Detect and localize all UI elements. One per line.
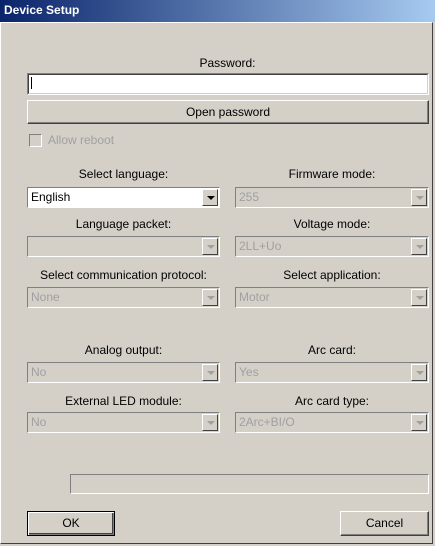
firmware-mode-dropdown: 255 (235, 187, 429, 208)
chevron-down-icon (411, 189, 427, 206)
language-packet-dropdown (27, 236, 220, 257)
voltage-mode-dropdown: 2LL+Uo (235, 236, 429, 257)
arc-card-label: Arc card: (307, 343, 356, 357)
select-language-value: English (31, 190, 71, 204)
firmware-mode-label: Firmware mode: (288, 167, 376, 181)
chevron-down-icon (202, 414, 218, 431)
communication-protocol-value: None (31, 290, 60, 304)
select-application-value: Motor (239, 290, 270, 304)
password-input[interactable] (27, 73, 429, 95)
external-led-module-label: External LED module: (65, 394, 182, 408)
cancel-button[interactable]: Cancel (340, 511, 429, 536)
title-bar[interactable]: Device Setup (0, 0, 435, 22)
arc-card-value: Yes (239, 365, 259, 379)
chevron-down-icon (411, 238, 427, 255)
external-led-module-dropdown: No (27, 412, 220, 433)
external-led-module-value: No (31, 415, 47, 429)
arc-card-type-value: 2Arc+BI/O (239, 415, 295, 429)
chevron-down-icon (202, 289, 218, 306)
allow-reboot-checkbox[interactable] (29, 134, 42, 147)
chevron-down-icon[interactable] (202, 189, 218, 206)
select-application-dropdown: Motor (235, 287, 429, 308)
window-title: Device Setup (4, 3, 80, 17)
arc-card-type-dropdown: 2Arc+BI/O (235, 412, 429, 433)
text-caret (31, 77, 32, 89)
open-password-button[interactable]: Open password (27, 100, 429, 124)
chevron-down-icon (411, 289, 427, 306)
ok-button[interactable]: OK (27, 511, 115, 536)
communication-protocol-dropdown: None (27, 287, 220, 308)
analog-output-label: Analog output: (84, 343, 163, 357)
analog-output-value: No (31, 365, 47, 379)
allow-reboot-label: Allow reboot (48, 133, 115, 147)
voltage-mode-label: Voltage mode: (293, 217, 371, 231)
voltage-mode-value: 2LL+Uo (239, 239, 282, 253)
chevron-down-icon (411, 364, 427, 381)
chevron-down-icon (411, 414, 427, 431)
select-language-label: Select language: (78, 167, 169, 181)
password-label: Password: (199, 56, 256, 70)
arc-card-dropdown: Yes (235, 362, 429, 383)
arc-card-type-label: Arc card type: (294, 394, 370, 408)
progress-bar (70, 474, 429, 494)
chevron-down-icon (202, 364, 218, 381)
select-application-label: Select application: (283, 268, 381, 282)
analog-output-dropdown: No (27, 362, 220, 383)
language-packet-label: Language packet: (75, 217, 172, 231)
firmware-mode-value: 255 (239, 190, 260, 204)
chevron-down-icon (202, 238, 218, 255)
select-language-dropdown[interactable]: English (27, 187, 220, 208)
communication-protocol-label: Select communication protocol: (40, 268, 207, 282)
